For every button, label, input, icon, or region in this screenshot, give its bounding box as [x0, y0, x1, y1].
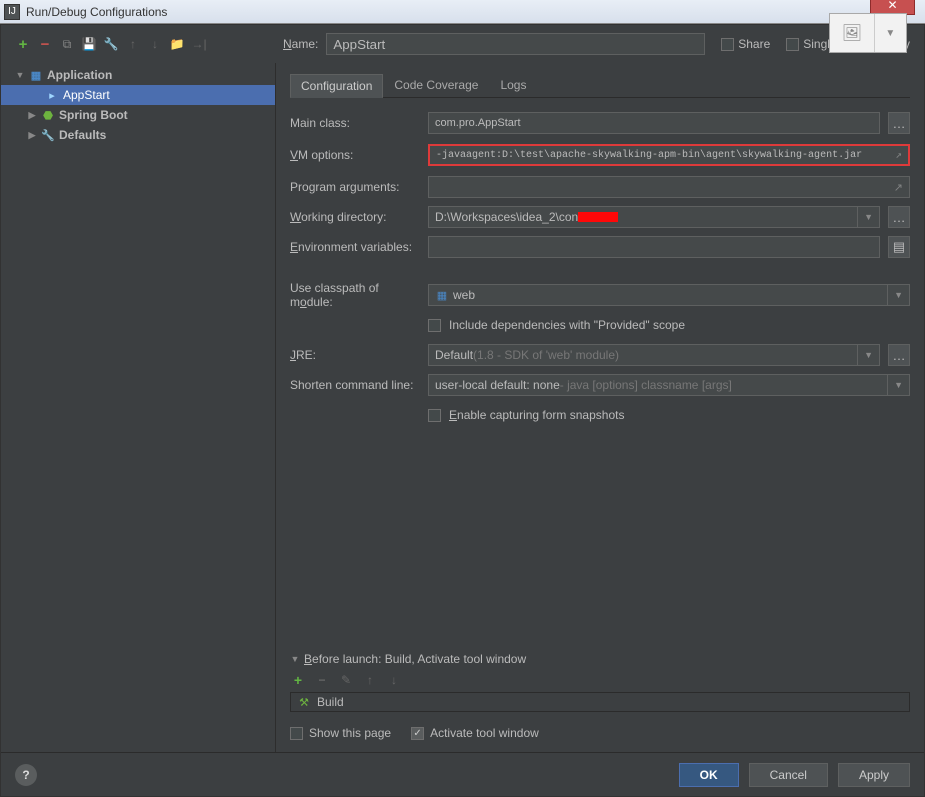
add-config-button[interactable]: +: [15, 36, 31, 52]
vm-options-input[interactable]: -javaagent:D:\test\apache-skywalking-apm…: [428, 144, 910, 166]
window-title: Run/Debug Configurations: [26, 5, 167, 19]
name-label: Name:: [283, 37, 318, 51]
name-input[interactable]: [326, 33, 705, 55]
move-task-up-button[interactable]: ↑: [362, 672, 378, 688]
module-icon: ▦: [435, 288, 449, 302]
help-button[interactable]: ?: [15, 764, 37, 786]
share-label: Share: [738, 37, 770, 51]
expand-arrow-icon: ▼: [15, 70, 25, 80]
classpath-label: Use classpath of module:: [290, 281, 420, 309]
tree-node-defaults[interactable]: ▶ 🔧 Defaults: [1, 125, 275, 145]
edit-env-vars-button[interactable]: ▤: [888, 236, 910, 258]
tree-label: Defaults: [59, 128, 106, 142]
working-dir-input[interactable]: D:\Workspaces\idea_2\con▼: [428, 206, 880, 228]
browse-working-dir-button[interactable]: …: [888, 206, 910, 228]
edit-defaults-button[interactable]: 🔧: [103, 36, 119, 52]
env-vars-label: Environment variables:: [290, 240, 420, 254]
run-config-icon: ▸: [45, 88, 59, 102]
activate-tool-label: Activate tool window: [430, 726, 539, 740]
activate-tool-checkbox[interactable]: [411, 727, 424, 740]
include-deps-checkbox[interactable]: [428, 319, 441, 332]
tree-node-application[interactable]: ▼ ▦ Application: [1, 65, 275, 85]
titlebar: IJ Run/Debug Configurations ✕: [0, 0, 925, 24]
vm-options-label: VM options:: [290, 148, 420, 162]
copy-config-button[interactable]: ⧉: [59, 36, 75, 52]
build-task-label: Build: [317, 695, 344, 709]
browse-main-class-button[interactable]: …: [888, 112, 910, 134]
config-tree: ▼ ▦ Application ▸ AppStart ▶ ⬣ Spring Bo…: [1, 63, 276, 752]
include-deps-label: Include dependencies with "Provided" sco…: [449, 318, 685, 332]
config-toolbar: + − ⧉ 💾 🔧 ↑ ↓ 📁 →|: [15, 36, 275, 52]
tab-logs[interactable]: Logs: [489, 73, 537, 97]
collapse-arrow-icon: ▶: [27, 110, 37, 121]
image-icon[interactable]: 🖼: [830, 14, 875, 52]
chevron-down-icon: ▼: [857, 207, 873, 227]
config-tabs: Configuration Code Coverage Logs: [290, 73, 910, 98]
enable-capture-checkbox[interactable]: [428, 409, 441, 422]
single-instance-checkbox[interactable]: [786, 38, 799, 51]
tree-label: Application: [47, 68, 112, 82]
ok-button[interactable]: OK: [679, 763, 739, 787]
show-page-checkbox[interactable]: [290, 727, 303, 740]
overlay-widget: 🖼 ▼: [829, 13, 907, 53]
shorten-dropdown[interactable]: user-local default: none - java [options…: [428, 374, 910, 396]
classpath-dropdown[interactable]: ▦web▼: [428, 284, 910, 306]
chevron-down-icon: ▼: [887, 285, 903, 305]
redacted-text: [578, 212, 618, 222]
enable-capture-label: Enable capturing form snapshots: [449, 408, 624, 422]
move-up-button[interactable]: ↑: [125, 36, 141, 52]
chevron-down-icon: ▼: [857, 345, 873, 365]
main-class-input[interactable]: com.pro.AppStart: [428, 112, 880, 134]
defaults-icon: 🔧: [41, 128, 55, 142]
folder-button[interactable]: 📁: [169, 36, 185, 52]
program-args-label: Program arguments:: [290, 180, 420, 194]
tree-node-appstart[interactable]: ▸ AppStart: [1, 85, 275, 105]
move-task-down-button[interactable]: ↓: [386, 672, 402, 688]
build-icon: ⚒: [297, 695, 311, 709]
show-page-label: Show this page: [309, 726, 391, 740]
remove-task-button[interactable]: −: [314, 672, 330, 688]
expand-arrow-icon: ▼: [290, 654, 300, 664]
program-args-input[interactable]: ↗: [428, 176, 910, 198]
working-dir-label: Working directory:: [290, 210, 420, 224]
shorten-label: Shorten command line:: [290, 378, 420, 392]
tree-node-spring-boot[interactable]: ▶ ⬣ Spring Boot: [1, 105, 275, 125]
jre-label: JRE:: [290, 348, 420, 362]
tree-label: AppStart: [63, 88, 110, 102]
add-task-button[interactable]: +: [290, 672, 306, 688]
save-config-button[interactable]: 💾: [81, 36, 97, 52]
expand-icon[interactable]: ↗: [895, 148, 902, 162]
tab-configuration[interactable]: Configuration: [290, 74, 383, 98]
edit-task-button[interactable]: ✎: [338, 672, 354, 688]
share-checkbox[interactable]: [721, 38, 734, 51]
cancel-button[interactable]: Cancel: [749, 763, 828, 787]
jre-dropdown[interactable]: Default (1.8 - SDK of 'web' module)▼: [428, 344, 880, 366]
main-class-label: Main class:: [290, 116, 420, 130]
chevron-down-icon: ▼: [887, 375, 903, 395]
application-icon: ▦: [29, 68, 43, 82]
app-icon: IJ: [4, 4, 20, 20]
before-launch-list[interactable]: ⚒ Build: [290, 692, 910, 712]
tree-label: Spring Boot: [59, 108, 128, 122]
before-launch-title: Before launch: Build, Activate tool wind…: [304, 652, 526, 666]
tab-code-coverage[interactable]: Code Coverage: [383, 73, 489, 97]
chevron-down-icon[interactable]: ▼: [875, 14, 906, 52]
browse-jre-button[interactable]: …: [888, 344, 910, 366]
remove-config-button[interactable]: −: [37, 36, 53, 52]
collapse-arrow-icon: ▶: [27, 130, 37, 141]
apply-button[interactable]: Apply: [838, 763, 910, 787]
collapse-button[interactable]: →|: [191, 36, 207, 52]
before-launch-section: ▼ Before launch: Build, Activate tool wi…: [290, 652, 910, 748]
move-down-button[interactable]: ↓: [147, 36, 163, 52]
before-launch-header[interactable]: ▼ Before launch: Build, Activate tool wi…: [290, 652, 910, 666]
spring-boot-icon: ⬣: [41, 108, 55, 122]
env-vars-input[interactable]: [428, 236, 880, 258]
expand-icon[interactable]: ↗: [894, 181, 903, 194]
